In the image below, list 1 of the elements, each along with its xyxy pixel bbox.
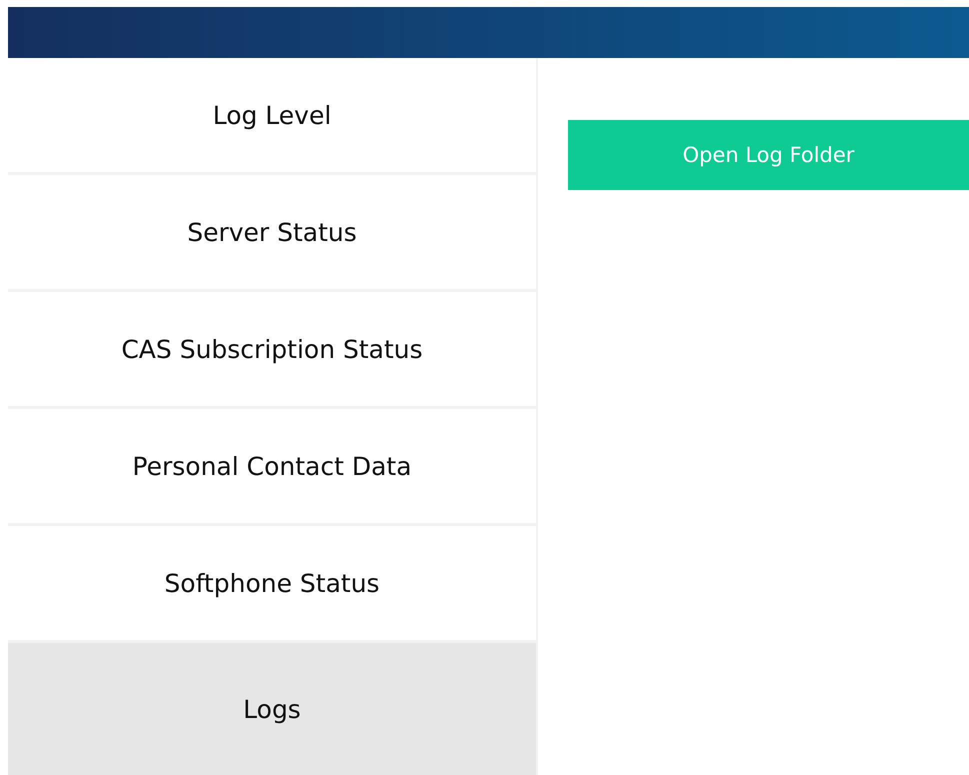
sidebar-item[interactable]: Logs: [8, 643, 536, 775]
